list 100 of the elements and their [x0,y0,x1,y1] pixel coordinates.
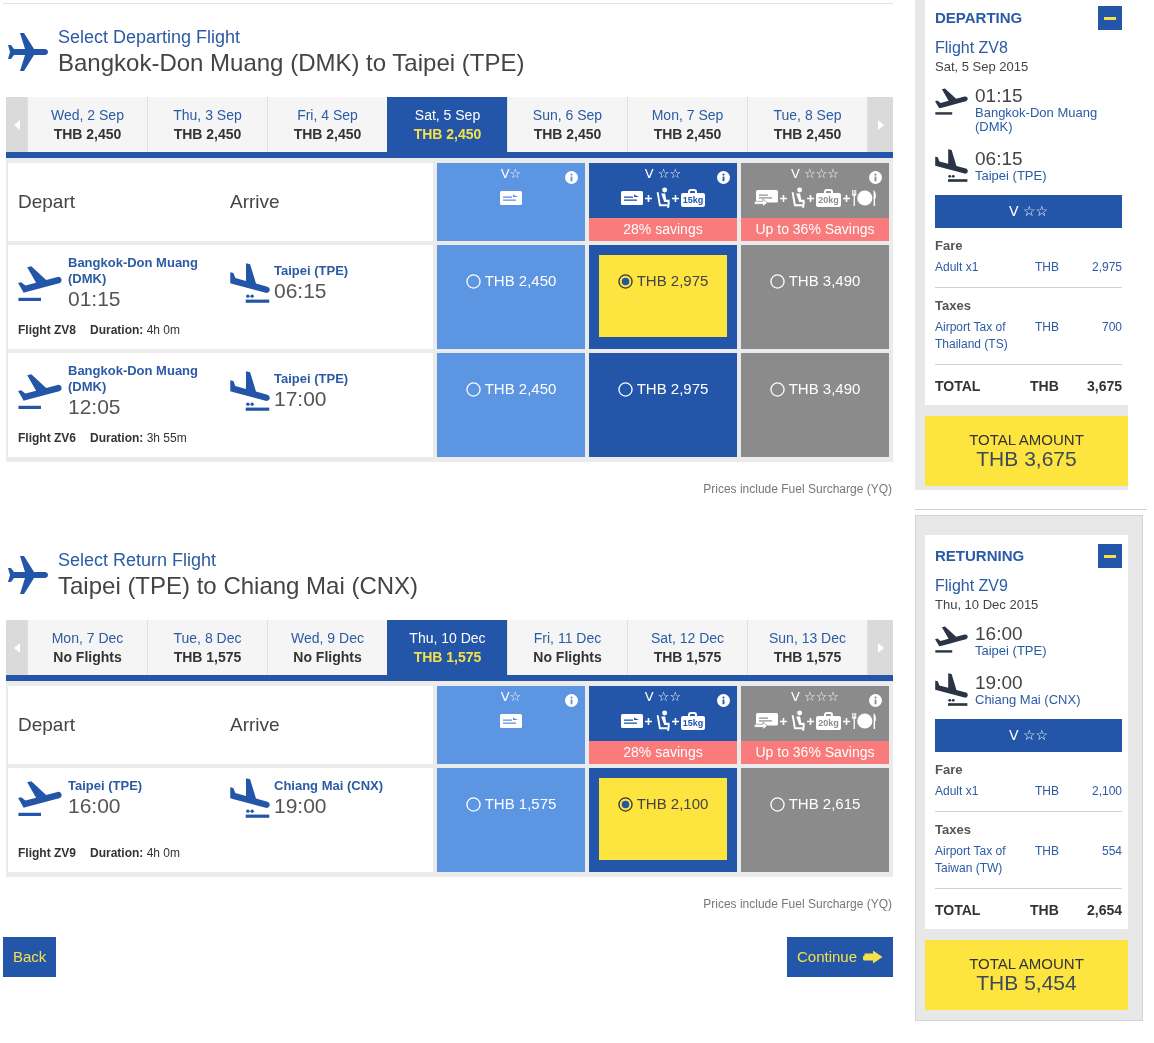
date-tab[interactable]: Tue, 8 Sep THB 2,450 [747,97,867,152]
info-icon[interactable] [869,694,882,707]
minus-icon [1104,16,1116,20]
plus-icon [644,194,652,202]
date-tab[interactable]: Sat, 12 Dec THB 1,575 [627,620,747,675]
departure-time: 16:00 [68,794,121,818]
date-tab[interactable]: Fri, 11 Dec No Flights [507,620,627,675]
total-label: TOTAL [935,902,981,918]
landing-icon [230,371,270,411]
date-tab[interactable]: Sat, 5 Sep THB 2,450 [387,97,507,152]
flight-date: Thu, 10 Dec 2015 [935,596,1039,614]
info-icon[interactable] [717,694,730,707]
amount: 2,100 [1091,783,1122,799]
ticket-arrow-icon [754,712,779,730]
ticket-icon [620,191,643,205]
date-tab[interactable]: Thu, 10 Dec THB 1,575 [387,620,507,675]
airplane-icon [8,556,48,594]
date-tab[interactable]: Mon, 7 Dec No Flights [27,620,147,675]
airport-name: Taipei (TPE) [975,169,1047,183]
info-icon[interactable] [565,171,578,184]
fare-line-label: Adult x1 [935,260,979,274]
caret-left-icon [13,642,20,653]
caret-right-icon [877,119,884,130]
total-amount-value: THB 3,675 [976,448,1077,470]
route-title: Bangkok-Don Muang (DMK) to Taipei (TPE) [58,48,525,78]
departure-time: 12:05 [68,395,121,419]
fare-heading: Fare [935,237,963,255]
takeoff-icon [18,373,62,409]
column-header: Depart [18,190,76,212]
fare-option[interactable]: THB 2,975 [589,245,737,349]
summary-heading: RETURNING [935,545,1025,566]
taxes-heading: Taxes [935,821,971,839]
back-button[interactable]: Back [3,937,57,977]
date-tab[interactable]: Fri, 4 Sep THB 2,450 [267,97,387,152]
airplane-icon [8,33,48,71]
date-tab[interactable]: Sun, 6 Sep THB 2,450 [507,97,627,152]
date-tab[interactable]: Tue, 8 Dec THB 1,575 [147,620,267,675]
plus-icon [842,194,850,202]
seated-passenger-icon [789,710,806,732]
cutlery-plate-icon [851,713,876,729]
radio-icon [769,796,785,812]
date-tab[interactable]: Wed, 9 Dec No Flights [267,620,387,675]
flight-number: Flight ZV8 [18,323,76,337]
landing-icon [935,149,968,182]
radio-icon [617,796,633,812]
continue-button[interactable]: Continue [786,937,893,977]
airport-name: Bangkok-Don Muang (DMK) [975,106,1099,134]
fare-class-name: V☆ [500,689,522,705]
takeoff-icon [18,780,62,816]
currency: THB [1030,902,1059,918]
tax-line-label: Airport Tax of Taiwan (TW) [935,844,1006,875]
plus-icon [644,717,652,725]
fare-class-bar: V ☆☆ [935,195,1122,228]
amount: 554 [1101,843,1122,860]
date-tab[interactable]: Sun, 13 Dec THB 1,575 [747,620,867,675]
departure-time: 01:15 [975,86,1023,106]
info-icon[interactable] [565,694,578,707]
currency: THB [1035,320,1059,334]
arrival-time: 19:00 [975,673,1023,693]
landing-icon [230,263,270,303]
airport-name: Chiang Mai (CNX) [274,778,384,794]
airport-name: Taipei (TPE) [274,263,349,279]
flight-duration: Duration: 4h 0m [90,323,180,337]
seated-passenger-icon [789,187,806,209]
date-tab[interactable]: Mon, 7 Sep THB 2,450 [627,97,747,152]
amount: 700 [1101,319,1122,336]
ticket-icon [500,714,522,728]
airport-name: Bangkok-Don Muang (DMK) [68,255,199,287]
takeoff-icon [935,88,968,115]
currency: THB [1035,844,1059,858]
landing-icon [230,778,270,818]
column-header: Depart [18,713,76,735]
radio-icon [465,796,481,812]
currency: THB [1035,260,1059,274]
savings-label: 28% savings [589,218,737,241]
airport-name: Chiang Mai (CNX) [975,693,1081,707]
date-tab[interactable]: Thu, 3 Sep THB 2,450 [147,97,267,152]
radio-icon [617,381,633,397]
date-tab[interactable]: Wed, 2 Sep THB 2,450 [27,97,147,152]
flight-number: Flight ZV6 [18,431,76,445]
info-icon[interactable] [717,171,730,184]
caret-right-icon [877,642,884,653]
price-note: Prices include Fuel Surcharge (YQ) [703,482,892,496]
plus-icon [671,717,679,725]
collapse-button[interactable] [1098,6,1122,30]
section-title: Select Departing Flight [58,26,241,48]
fare-option[interactable]: THB 2,975 [589,353,737,457]
route-title: Taipei (TPE) to Chiang Mai (CNX) [58,571,419,601]
fare-line-label: Adult x1 [935,784,979,798]
departure-time: 16:00 [975,624,1023,644]
fare-option[interactable]: THB 2,100 [589,768,737,872]
arrival-time: 06:15 [274,279,327,303]
info-icon[interactable] [869,171,882,184]
savings-label: Up to 36% Savings [741,741,889,764]
column-header: Arrive [230,189,280,214]
plus-icon [671,194,679,202]
collapse-button[interactable] [1098,544,1122,568]
arrival-time: 19:00 [274,794,327,818]
fare-class-name: V ☆☆ [644,166,682,182]
flight-duration: Duration: 3h 55m [90,431,187,445]
